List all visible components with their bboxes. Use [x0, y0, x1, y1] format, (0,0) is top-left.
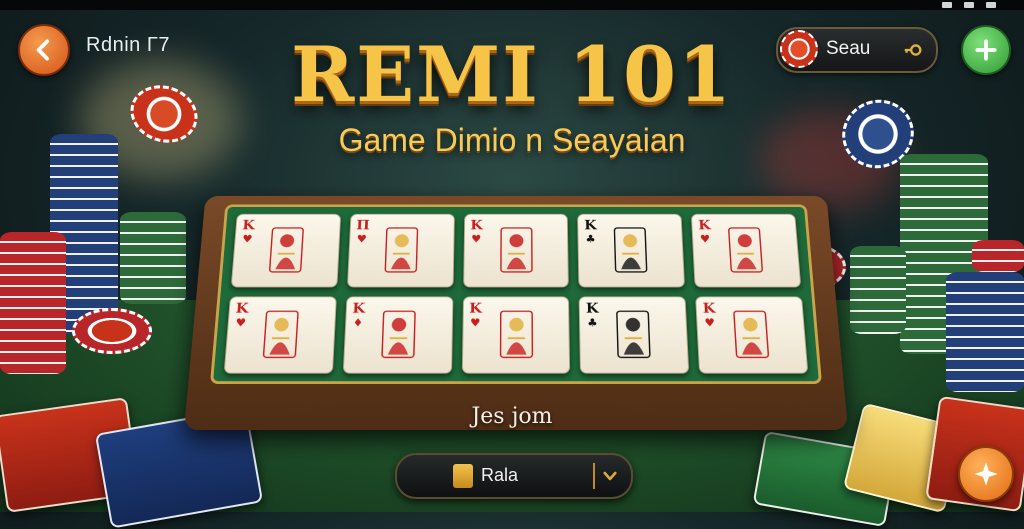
playing-card[interactable]: K ♥: [691, 213, 802, 288]
join-text: Jes jom: [471, 404, 553, 429]
playing-card[interactable]: K ♥: [695, 296, 809, 374]
mode-select-label: Rala: [481, 465, 519, 485]
card-index: Π: [356, 217, 371, 233]
playing-card[interactable]: K ♣: [578, 296, 690, 374]
playing-card[interactable]: K ♥: [223, 296, 337, 374]
board-felt: K ♥ Π ♥ K ♥ K ♣ K ♥ K ♥ K ♦ K ♥ K ♣ K ♥: [209, 204, 823, 385]
chip-stack-blue: [946, 272, 1024, 392]
card-index: K: [697, 217, 711, 233]
wifi-icon: [964, 2, 974, 8]
king-figure-icon: [249, 308, 312, 362]
card-index: K: [584, 217, 597, 233]
jack-figure-icon: [715, 225, 776, 277]
card-suit-icon: ♥: [356, 232, 368, 245]
card-suit-icon: ♣: [587, 316, 598, 330]
star-icon: [974, 462, 998, 486]
clubs-figure-icon: [601, 225, 661, 277]
card-index: K: [702, 299, 716, 317]
chip-stack-green: [850, 246, 906, 334]
playing-card[interactable]: K ♦: [342, 296, 454, 374]
game-subtitle: Game Dimio n Seayaian: [338, 122, 686, 158]
mode-select[interactable]: Rala: [395, 453, 633, 499]
chip-stack-red: [0, 232, 66, 374]
card-suit-icon: ♥: [241, 232, 253, 245]
spade-figure-icon: [371, 225, 431, 277]
card-suit-icon: ♥: [471, 232, 482, 245]
card-index: K: [585, 299, 599, 317]
card-stack-icon: [453, 464, 473, 488]
card-index: K: [352, 299, 366, 317]
chevron-down-icon[interactable]: [601, 467, 619, 485]
chip-stack-green: [120, 212, 186, 304]
chip-stack-red: [972, 240, 1024, 272]
queen-figure-icon: [486, 308, 546, 362]
playing-card[interactable]: K ♥: [462, 213, 570, 288]
card-suit-icon: ♥: [699, 232, 711, 245]
card-index: K: [470, 217, 483, 233]
card-index: K: [235, 299, 250, 317]
action-button[interactable]: [958, 446, 1014, 502]
battery-icon: [986, 2, 996, 8]
card-suit-icon: ♣: [585, 232, 596, 245]
playing-card[interactable]: K ♣: [577, 213, 686, 288]
chip-red: [72, 308, 152, 354]
queen-figure-icon: [487, 225, 545, 277]
playing-card[interactable]: K ♥: [461, 296, 571, 374]
playing-card[interactable]: Π ♥: [346, 213, 455, 288]
card-suit-icon: ♦: [352, 316, 364, 330]
game-board: K ♥ Π ♥ K ♥ K ♣ K ♥ K ♥ K ♦ K ♥ K ♣ K ♥: [184, 195, 848, 430]
playing-card[interactable]: K ♥: [230, 213, 341, 288]
card-suit-icon: ♥: [704, 316, 716, 330]
card-index: K: [241, 217, 256, 233]
signal-icon: [942, 2, 952, 8]
card-index: K: [469, 299, 482, 317]
divider: [593, 463, 595, 489]
card-suit-icon: ♥: [469, 316, 481, 330]
status-bar: [0, 0, 1024, 10]
jack-figure-icon: [720, 308, 783, 362]
king-of-hearts-icon: [256, 225, 317, 277]
game-title: REMI 101: [291, 30, 733, 119]
red-pattern-icon: [368, 308, 429, 362]
card-suit-icon: ♥: [235, 316, 247, 330]
black-pattern-icon: [603, 308, 664, 362]
card-grid: K ♥ Π ♥ K ♥ K ♣ K ♥ K ♥ K ♦ K ♥ K ♣ K ♥: [223, 213, 809, 374]
